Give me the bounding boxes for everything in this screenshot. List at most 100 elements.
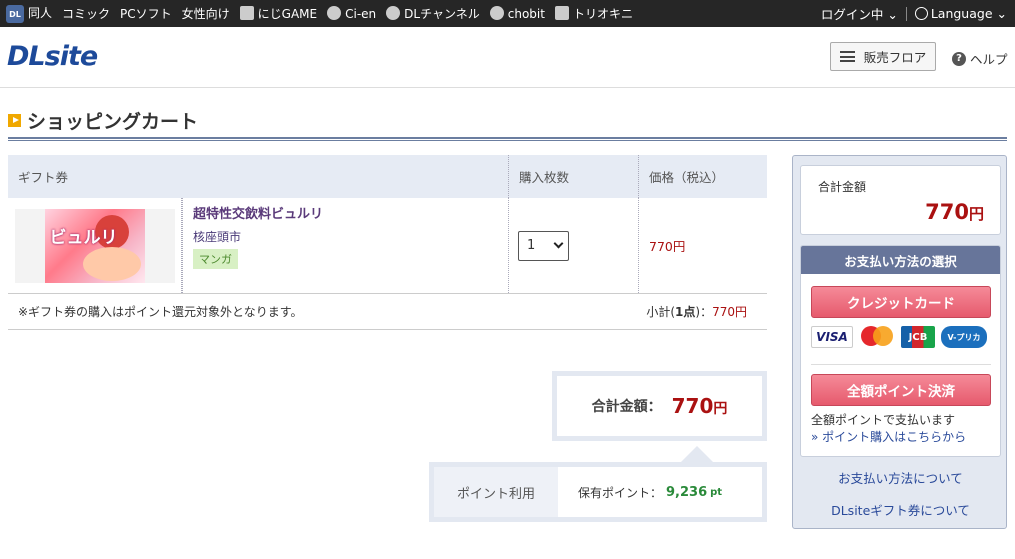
nav-female[interactable]: 女性向け <box>182 5 230 22</box>
subtotal-suffix: )： <box>695 305 713 319</box>
product-title[interactable]: 超特性交飲料ビュルリ <box>193 206 498 224</box>
checkout-sidebar: 合計金額 770円 お支払い方法の選択 クレジットカード VISA JCB V-… <box>792 155 1007 529</box>
nav-label: にじGAME <box>257 7 318 21</box>
robot-icon <box>386 6 401 20</box>
help-label: ヘルプ <box>970 52 1008 67</box>
point-use-label[interactable]: ポイント利用 <box>434 467 558 517</box>
payment-heading: お支払い方法の選択 <box>801 246 1000 274</box>
total-box: 合計金額： 770円 <box>552 371 767 441</box>
nav-dlchannel[interactable]: DLチャンネル <box>386 5 480 22</box>
subtotal-value: 770円 <box>712 305 747 319</box>
chevron-down-icon <box>553 238 564 249</box>
gift-note: ※ギフト券の購入はポイント還元対象外となります。 <box>18 305 303 319</box>
product-info: 超特性交飲料ビュルリ 核座頭市 マンガ <box>182 198 508 293</box>
nav-triokini[interactable]: トリオキニ <box>554 5 633 22</box>
nav-label: 同人 <box>28 5 53 20</box>
sidebar-total-label: 合計金額 <box>818 180 867 194</box>
held-points-value: 9,236 <box>666 484 708 500</box>
title-rule <box>8 137 1007 141</box>
nav-nijigame[interactable]: にじGAME <box>239 5 318 22</box>
held-points: 保有ポイント： 9,236 pt <box>558 467 762 517</box>
about-payment-link[interactable]: お支払い方法について <box>793 468 1008 487</box>
site-nav: DL 同人 コミック PCソフト 女性向け にじGAME Ci-en DLチャンネ… <box>6 4 633 24</box>
sidebar-total-number: 770 <box>925 200 969 224</box>
points-unit: pt <box>710 486 723 498</box>
nav-cien[interactable]: Ci-en <box>327 6 376 21</box>
circle-name[interactable]: 核座頭市 <box>193 228 498 245</box>
subtotal-count: 1点 <box>675 305 696 319</box>
chevron-down-icon: ⌄ <box>996 6 1007 21</box>
sidebar-total-value: 770円 <box>925 200 984 224</box>
qty-cell: 1 <box>508 198 638 293</box>
chobit-icon <box>489 6 504 20</box>
nav-pcsoft[interactable]: PCソフト <box>120 5 172 22</box>
thumbnail-art: ビュルリ <box>44 208 145 283</box>
card-brands: VISA JCB V-プリカ <box>811 326 987 348</box>
points-box: ポイント利用 保有ポイント： 9,236 pt <box>429 462 767 522</box>
nav-label: DLチャンネル <box>404 7 480 21</box>
item-price: 770円 <box>638 198 767 293</box>
held-points-label: 保有ポイント： <box>578 485 663 500</box>
heart-icon <box>239 6 254 20</box>
language-label: Language <box>930 6 993 21</box>
total-label: 合計金額： <box>591 399 662 415</box>
header-qty: 購入枚数 <box>508 155 638 198</box>
language-menu[interactable]: Language ⌄ <box>914 6 1007 21</box>
full-point-button[interactable]: 全額ポイント決済 <box>811 374 991 406</box>
table-header: ギフト券 購入枚数 価格（税込） <box>8 155 767 198</box>
globe-icon <box>914 7 928 20</box>
nav-label: Ci-en <box>345 7 377 21</box>
login-menu[interactable]: ログイン中 ⌄ <box>821 4 898 23</box>
genre-badge: マンガ <box>193 249 238 269</box>
cart-note-row: ※ギフト券の購入はポイント還元対象外となります。 小計(1点)：770円 <box>8 294 767 330</box>
question-icon: ? <box>952 51 966 66</box>
product-thumbnail[interactable]: ビュルリ <box>14 208 175 283</box>
payment-panel: お支払い方法の選択 クレジットカード VISA JCB V-プリカ 全額ポイント… <box>800 245 1001 457</box>
quantity-select[interactable]: 1 <box>518 230 569 261</box>
point-note: 全額ポイントで支払います » ポイント購入はこちらから <box>811 412 966 446</box>
thumbnail-title: ビュルリ <box>49 227 118 248</box>
credit-card-button[interactable]: クレジットカード <box>811 286 991 318</box>
table-row: ビュルリ 超特性交飲料ビュルリ 核座頭市 マンガ 1 770円 <box>8 198 767 294</box>
nav-label: chobit <box>507 7 545 21</box>
sidebar-total-unit: 円 <box>968 205 984 223</box>
nav-comic[interactable]: コミック <box>62 5 110 22</box>
jcb-icon: JCB <box>901 326 935 348</box>
chevron-down-icon: ⌄ <box>887 7 898 22</box>
page-title: ショッピングカート <box>8 108 1007 133</box>
page-title-text: ショッピングカート <box>27 110 199 133</box>
login-label: ログイン中 <box>820 7 884 22</box>
menu-icon <box>839 51 855 62</box>
mastercard-icon <box>859 326 895 348</box>
about-gift-link[interactable]: DLsiteギフト券について <box>793 500 1008 519</box>
total-number: 770 <box>671 394 714 418</box>
subtotal-prefix: 小計( <box>646 305 676 319</box>
point-note-text: 全額ポイントで支払います <box>811 413 956 427</box>
total-value: 770円 <box>672 394 728 418</box>
help-link[interactable]: ? ヘルプ <box>952 49 1008 68</box>
site-header: DLsite 販売フロア ? ヘルプ <box>0 27 1015 88</box>
sales-floor-button[interactable]: 販売フロア <box>830 42 936 71</box>
quantity-value: 1 <box>527 238 536 253</box>
pointer-arrow <box>681 446 713 462</box>
triokini-icon <box>554 6 569 20</box>
thumbnail-cell: ビュルリ <box>8 198 182 293</box>
play-icon <box>8 113 21 127</box>
header-price: 価格（税込） <box>638 155 767 198</box>
account-area: ログイン中 ⌄ Language ⌄ <box>821 0 1007 27</box>
total-unit: 円 <box>713 401 728 417</box>
subtotal: 小計(1点)：770円 <box>646 303 747 320</box>
payment-divider <box>811 364 991 365</box>
nav-doujin[interactable]: DL 同人 <box>6 4 52 24</box>
nav-chobit[interactable]: chobit <box>489 6 545 21</box>
buy-points-link[interactable]: » ポイント購入はこちらから <box>811 429 966 446</box>
header-item: ギフト券 <box>18 170 69 185</box>
nav-label: トリオキニ <box>572 7 633 21</box>
ci-en-icon <box>327 6 342 20</box>
cart-table: ギフト券 購入枚数 価格（税込） ビュルリ 超特性交飲料ビュルリ 核座頭市 マン… <box>8 155 767 330</box>
top-nav-bar: DL 同人 コミック PCソフト 女性向け にじGAME Ci-en DLチャンネ… <box>0 0 1015 27</box>
visa-icon: VISA <box>811 326 853 348</box>
vpreca-icon: V-プリカ <box>941 326 987 348</box>
divider <box>905 6 907 21</box>
dlsite-logo[interactable]: DLsite <box>7 41 98 72</box>
